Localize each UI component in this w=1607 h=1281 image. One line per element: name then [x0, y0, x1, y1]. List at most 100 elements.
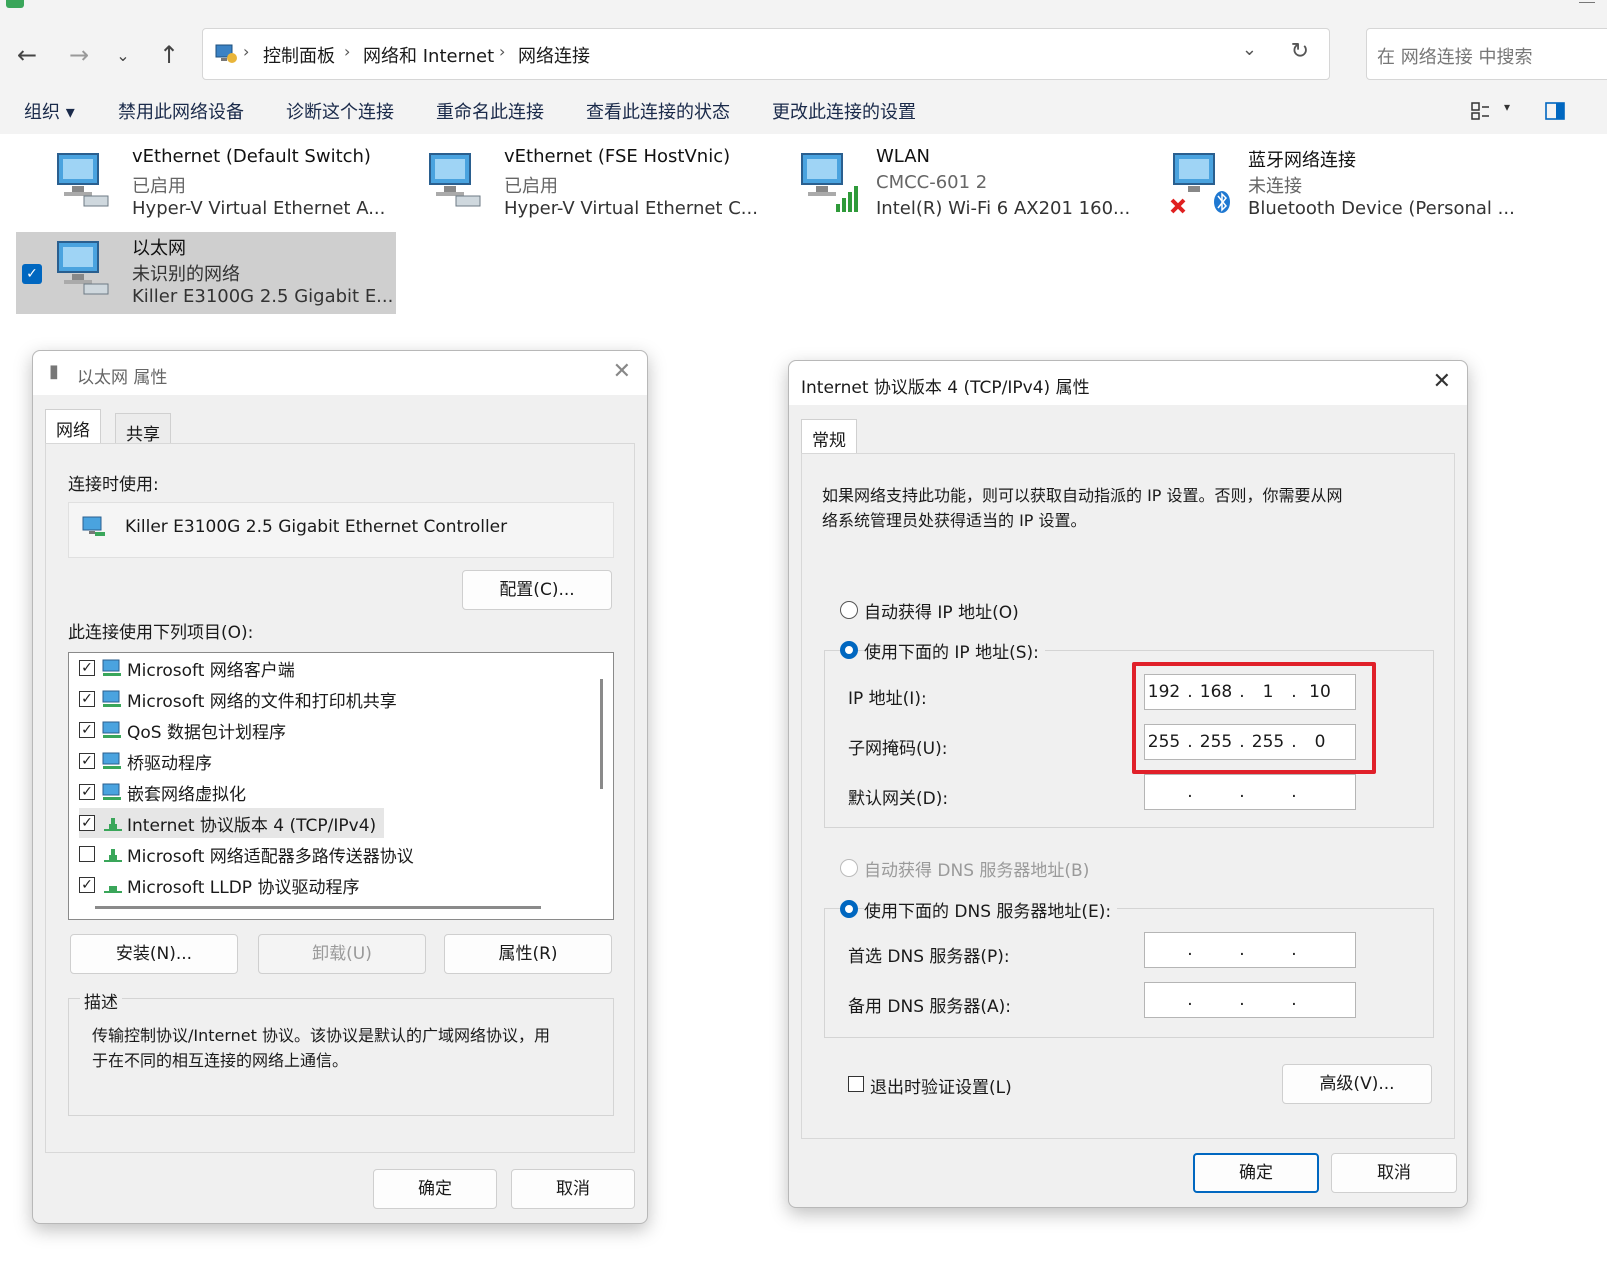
ipv4-properties-dialog: Internet 协议版本 4 (TCP/IPv4) 属性 ✕ 常规 如果网络支…	[788, 360, 1468, 1208]
breadcrumb-separator: ›	[344, 42, 351, 61]
item-checkbox[interactable]: ✓	[79, 660, 95, 676]
horizontal-scrollbar[interactable]	[95, 906, 541, 909]
auto-ip-label[interactable]: 自动获得 IP 地址(O)	[864, 598, 1019, 623]
protocol-icon	[104, 818, 122, 831]
control-panel-icon	[215, 44, 237, 63]
address-bar[interactable]: › 控制面板 › 网络和 Internet › 网络连接 ⌄ ↻	[202, 28, 1330, 80]
refresh-icon[interactable]: ↻	[1291, 39, 1309, 64]
tab-network[interactable]: 网络	[45, 409, 101, 443]
dialog-titlebar: ▮ 以太网 属性 ✕	[33, 351, 647, 395]
connection-tile-vethernet-default[interactable]: vEthernet (Default Switch) 已启用 Hyper-V V…	[16, 144, 396, 226]
connection-device: Bluetooth Device (Personal ...	[1248, 198, 1515, 219]
item-checkbox[interactable]: ✓	[79, 877, 95, 893]
general-tab-panel: 如果网络支持此功能，则可以获取自动指派的 IP 设置。否则，你需要从网 络系统管…	[801, 453, 1455, 1139]
uninstall-button[interactable]: 卸载(U)	[258, 934, 426, 974]
connect-using-label: 连接时使用:	[68, 475, 159, 495]
intro-text-line2: 络系统管理员处获得适当的 IP 设置。	[822, 511, 1087, 530]
close-icon[interactable]: ✕	[1433, 369, 1451, 394]
service-icon	[102, 783, 121, 800]
cancel-button[interactable]: 取消	[1331, 1153, 1457, 1193]
list-item[interactable]: ✓ 桥驱动程序	[79, 746, 212, 776]
manual-ip-label[interactable]: 使用下面的 IP 地址(S):	[864, 638, 1045, 663]
breadcrumb-network-internet[interactable]: 网络和 Internet	[363, 42, 494, 68]
view-status-button[interactable]: 查看此连接的状态	[586, 98, 730, 124]
validate-checkbox[interactable]	[848, 1076, 864, 1092]
preferred-dns-input[interactable]: ...	[1144, 932, 1356, 968]
item-checkbox[interactable]: ✓	[79, 722, 95, 738]
list-item[interactable]: ✓ Microsoft LLDP 协议驱动程序	[79, 870, 359, 900]
connection-tile-ethernet[interactable]: ✓ 以太网 未识别的网络 Killer E3100G 2.5 Gigabit E…	[16, 232, 396, 314]
configure-button[interactable]: 配置(C)...	[462, 570, 612, 610]
manual-dns-label[interactable]: 使用下面的 DNS 服务器地址(E):	[864, 897, 1118, 922]
advanced-button[interactable]: 高级(V)...	[1282, 1064, 1432, 1104]
organize-menu[interactable]: 组织 ▾	[24, 98, 75, 124]
item-checkbox[interactable]: ✓	[79, 784, 95, 800]
item-label: Microsoft 网络的文件和打印机共享	[127, 691, 397, 712]
items-label: 此连接使用下列项目(O):	[68, 623, 254, 643]
auto-dns-radio[interactable]	[840, 859, 858, 877]
disable-device-button[interactable]: 禁用此网络设备	[118, 98, 244, 124]
item-checkbox[interactable]: ✓	[79, 691, 95, 707]
description-label: 描述	[80, 988, 122, 1013]
item-checkbox[interactable]: ✓	[79, 753, 95, 769]
rename-connection-button[interactable]: 重命名此连接	[436, 98, 544, 124]
item-checkbox[interactable]	[79, 846, 95, 862]
close-icon[interactable]: ✕	[613, 359, 631, 384]
forward-arrow-icon[interactable]: →	[62, 38, 96, 72]
list-item[interactable]: ✓ QoS 数据包计划程序	[79, 715, 286, 745]
tab-general[interactable]: 常规	[801, 419, 857, 453]
properties-button[interactable]: 属性(R)	[444, 934, 612, 974]
auto-dns-label[interactable]: 自动获得 DNS 服务器地址(B)	[864, 856, 1089, 881]
connection-tile-wlan[interactable]: WLAN CMCC-601 2 Intel(R) Wi-Fi 6 AX201 1…	[760, 144, 1140, 226]
default-gateway-input[interactable]: ...	[1144, 774, 1356, 810]
view-options-icon[interactable]	[1470, 100, 1492, 122]
back-arrow-icon[interactable]: ←	[10, 38, 44, 72]
cancel-button[interactable]: 取消	[511, 1169, 635, 1209]
up-arrow-icon[interactable]: ↑	[152, 38, 186, 72]
highlight-box	[1132, 662, 1376, 774]
command-toolbar: 组织 ▾ 禁用此网络设备 诊断这个连接 重命名此连接 查看此连接的状态 更改此连…	[0, 88, 1607, 134]
address-dropdown-chevron-icon[interactable]: ⌄	[1242, 39, 1257, 60]
vertical-scrollbar[interactable]	[600, 679, 603, 789]
connection-name: 蓝牙网络连接	[1248, 150, 1356, 171]
breadcrumb-separator: ›	[243, 42, 250, 61]
connection-tile-vethernet-fse[interactable]: vEthernet (FSE HostVnic) 已启用 Hyper-V Vir…	[388, 144, 768, 226]
diagnose-connection-button[interactable]: 诊断这个连接	[286, 98, 394, 124]
change-settings-button[interactable]: 更改此连接的设置	[772, 98, 916, 124]
connection-device: Killer E3100G 2.5 Gigabit E...	[132, 286, 394, 307]
alternate-dns-input[interactable]: ...	[1144, 982, 1356, 1018]
auto-ip-radio[interactable]	[840, 601, 858, 619]
install-button[interactable]: 安装(N)...	[70, 934, 238, 974]
manual-ip-radio[interactable]	[840, 641, 858, 659]
item-label: 桥驱动程序	[127, 753, 212, 774]
tab-sharing[interactable]: 共享	[115, 413, 171, 445]
ok-button[interactable]: 确定	[1193, 1153, 1319, 1193]
view-options-chevron-icon[interactable]: ▾	[1504, 100, 1510, 114]
service-icon	[102, 752, 121, 769]
list-item[interactable]: ✓ Microsoft 网络的文件和打印机共享	[79, 684, 397, 714]
connection-name: vEthernet (Default Switch)	[132, 146, 371, 167]
recent-locations-chevron-icon[interactable]: ⌄	[106, 38, 140, 72]
dns-settings-group	[824, 908, 1434, 1038]
ok-button[interactable]: 确定	[373, 1169, 497, 1209]
network-adapter-icon	[82, 516, 105, 536]
connection-name: vEthernet (FSE HostVnic)	[504, 146, 731, 167]
breadcrumb-network-connections[interactable]: 网络连接	[518, 42, 590, 68]
list-item-selected[interactable]: ✓ Internet 协议版本 4 (TCP/IPv4)	[79, 808, 385, 838]
ethernet-properties-dialog: ▮ 以太网 属性 ✕ 网络 共享 连接时使用: Killer E3100G 2.…	[32, 350, 648, 1224]
components-list[interactable]: ✓ Microsoft 网络客户端 ✓ Microsoft 网络的文件和打印机共…	[68, 652, 614, 920]
adapter-name: Killer E3100G 2.5 Gigabit Ethernet Contr…	[125, 517, 508, 537]
selected-checkbox-icon[interactable]: ✓	[22, 264, 42, 284]
breadcrumb-control-panel[interactable]: 控制面板	[263, 42, 335, 68]
manual-dns-radio[interactable]	[840, 900, 858, 918]
list-item[interactable]: ✓ Microsoft 网络客户端	[79, 653, 295, 683]
search-input[interactable]: 在 网络连接 中搜索	[1366, 28, 1607, 80]
list-item[interactable]: ✓ 嵌套网络虚拟化	[79, 777, 246, 807]
item-checkbox[interactable]: ✓	[79, 815, 95, 831]
minimize-icon[interactable]	[1579, 2, 1595, 3]
validate-label[interactable]: 退出时验证设置(L)	[870, 1073, 1012, 1098]
list-item[interactable]: Microsoft 网络适配器多路传送器协议	[79, 839, 414, 869]
description-text-line2: 于在不同的相互连接的网络上通信。	[92, 1051, 349, 1070]
preview-pane-icon[interactable]	[1544, 100, 1566, 122]
connection-tile-bluetooth[interactable]: 蓝牙网络连接 未连接 Bluetooth Device (Personal ..…	[1132, 144, 1515, 226]
